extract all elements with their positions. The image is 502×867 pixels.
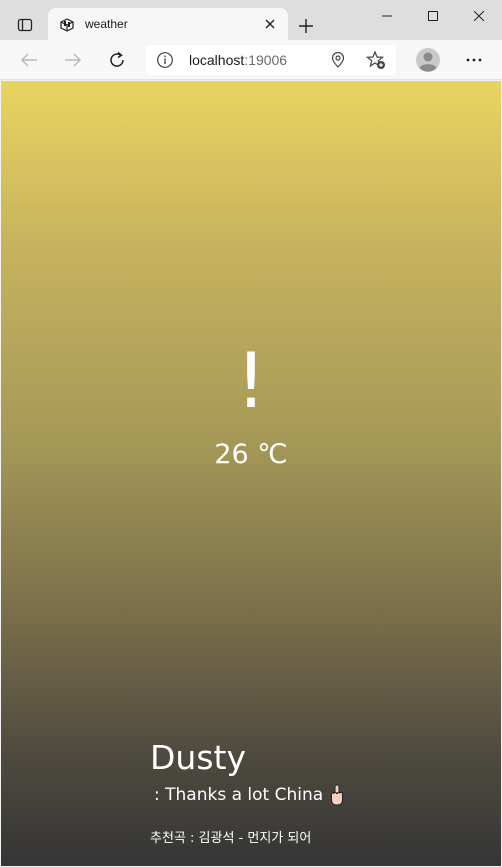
profile-avatar-icon[interactable] bbox=[414, 46, 442, 74]
browser-title-bar: weather bbox=[0, 0, 502, 40]
url-text: localhost:19006 bbox=[189, 52, 287, 68]
weather-alert-icon: ! bbox=[235, 336, 267, 425]
settings-menu-button[interactable] bbox=[460, 46, 488, 74]
browser-tab[interactable]: weather bbox=[48, 8, 288, 40]
refresh-button[interactable] bbox=[102, 46, 132, 74]
weather-message: : Thanks a lot China bbox=[154, 784, 347, 806]
maximize-button[interactable] bbox=[410, 0, 456, 32]
weather-app-page: ! 26 ℃ Dusty : Thanks a lot China 추천곡 : … bbox=[1, 81, 501, 866]
close-icon bbox=[265, 19, 275, 29]
maximize-icon bbox=[428, 11, 438, 21]
tab-title: weather bbox=[85, 17, 128, 31]
refresh-icon bbox=[110, 51, 124, 67]
forward-button[interactable] bbox=[58, 46, 88, 74]
url-host: localhost bbox=[189, 52, 245, 68]
tab-actions-button[interactable] bbox=[8, 10, 42, 40]
back-button[interactable] bbox=[14, 46, 44, 74]
browser-navigation-bar: localhost:19006 bbox=[0, 40, 502, 80]
weather-message-text: : Thanks a lot China bbox=[154, 785, 324, 805]
back-arrow-icon bbox=[21, 53, 37, 67]
favicon-icon bbox=[60, 18, 74, 32]
recommended-song: 추천곡 : 김광석 - 먼지가 되어 bbox=[150, 831, 312, 846]
middle-finger-emoji-icon bbox=[331, 784, 344, 806]
more-options-icon bbox=[466, 58, 482, 62]
add-favorite-icon[interactable] bbox=[366, 50, 386, 70]
location-icon[interactable] bbox=[329, 51, 347, 69]
window-close-button[interactable] bbox=[456, 0, 502, 32]
plus-icon bbox=[299, 19, 313, 33]
window-close-icon bbox=[474, 11, 484, 21]
minimize-button[interactable] bbox=[364, 0, 410, 32]
url-port: :19006 bbox=[244, 52, 288, 68]
forward-arrow-icon bbox=[65, 53, 81, 67]
weather-condition-title: Dusty bbox=[150, 738, 246, 777]
site-info-icon[interactable] bbox=[156, 51, 174, 69]
temperature-label: 26 ℃ bbox=[214, 439, 288, 470]
tab-actions-icon bbox=[17, 18, 33, 32]
address-bar[interactable]: localhost:19006 bbox=[146, 45, 396, 75]
minimize-icon bbox=[382, 15, 392, 17]
new-tab-button[interactable] bbox=[292, 12, 320, 40]
tab-close-button[interactable] bbox=[260, 14, 280, 34]
